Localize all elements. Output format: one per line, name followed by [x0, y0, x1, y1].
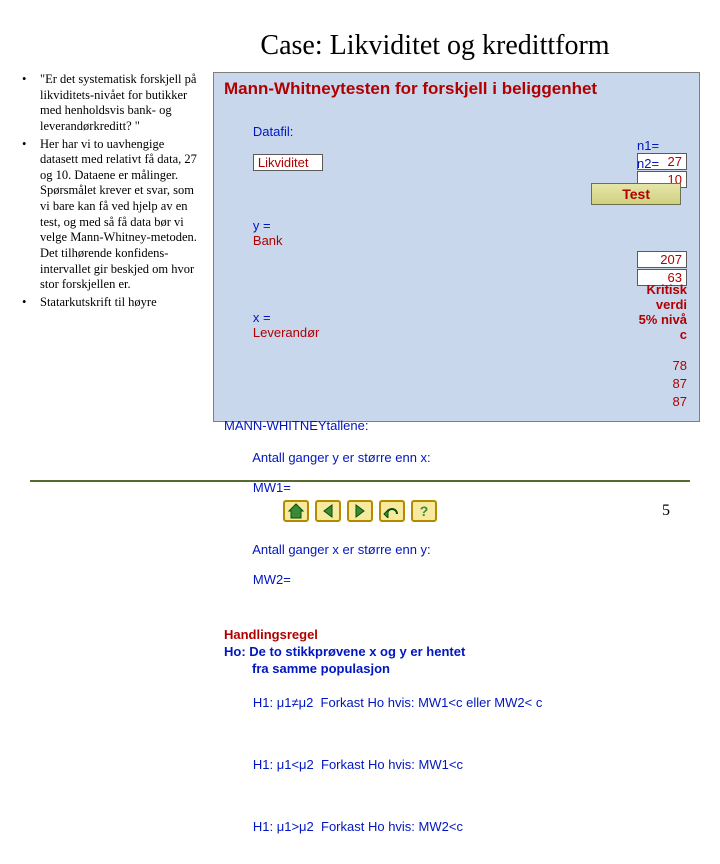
footer-rule: [30, 480, 690, 482]
test-button[interactable]: Test: [591, 183, 681, 205]
kritisk-l4: c: [639, 328, 687, 343]
kritisk-l2: verdi: [639, 298, 687, 313]
h1b: H1: μ1<μ2 Forkast Ho hvis: MW1<c: [253, 757, 463, 772]
handling-section: Handlingsregel Ho: De to stikkprøvene x …: [224, 627, 689, 676]
kritisk-l3: 5% nivå: [639, 313, 687, 328]
mw2-label: MW2=: [253, 572, 291, 587]
mw-section-title: MANN-WHITNEYtallene:: [224, 418, 689, 433]
hypotheses-section: H1: μ1≠μ2 Forkast Ho hvis: MW1<c eller M…: [224, 680, 689, 864]
datafil-label: Datafil:: [253, 124, 293, 139]
bullet-list: • "Er det systematisk forskjell på likvi…: [20, 72, 205, 312]
nav-bar: ?: [0, 500, 720, 522]
bullet-marker: •: [20, 137, 40, 293]
handling-title: Handlingsregel: [224, 627, 689, 642]
next-icon[interactable]: [347, 500, 373, 522]
mw-desc1: Antall ganger y er større enn x:: [252, 450, 430, 465]
prev-icon[interactable]: [315, 500, 341, 522]
mw-desc2: Antall ganger x er større enn y:: [252, 542, 430, 557]
mw1-label: MW1=: [253, 480, 291, 495]
bullet-marker: •: [20, 72, 40, 135]
bullet-text: Statarkutskrift til høyre: [40, 295, 205, 311]
h1b-val: 87: [673, 376, 687, 391]
home-icon[interactable]: [283, 500, 309, 522]
y-label: y =: [253, 218, 271, 233]
bullet-text: "Er det systematisk forskjell på likvidi…: [40, 72, 205, 135]
n2-label: n2=: [637, 156, 659, 171]
bullet-marker: •: [20, 295, 40, 311]
ho-line2: fra samme populasjon: [224, 661, 689, 676]
ho-line1: Ho: De to stikkprøvene x og y er hentet: [224, 644, 689, 659]
slide-title: Case: Likviditet og kredittform: [0, 0, 720, 72]
x-label: x =: [253, 310, 271, 325]
svg-text:?: ?: [420, 503, 429, 519]
y-value: Bank: [253, 233, 283, 248]
h1a: H1: μ1≠μ2 Forkast Ho hvis: MW1<c eller M…: [253, 695, 542, 710]
h1a-val: 78: [673, 358, 687, 373]
bullet-item: • Her har vi to uavhengige datasett med …: [20, 137, 205, 293]
panel-heading: Mann-Whitneytesten for forskjell i belig…: [224, 79, 689, 99]
page-number: 5: [662, 502, 670, 520]
undo-icon[interactable]: [379, 500, 405, 522]
bullet-item: • Statarkutskrift til høyre: [20, 295, 205, 311]
x-value: Leverandør: [253, 325, 319, 340]
slide-body: • "Er det systematisk forskjell på likvi…: [0, 72, 720, 422]
datafil-field[interactable]: Likviditet: [253, 154, 323, 171]
output-panel: Mann-Whitneytesten for forskjell i belig…: [213, 72, 700, 422]
h1c: H1: μ1>μ2 Forkast Ho hvis: MW2<c: [253, 819, 463, 834]
kritisk-l1: Kritisk: [639, 283, 687, 298]
bullet-text: Her har vi to uavhengige datasett med re…: [40, 137, 205, 293]
bullet-item: • "Er det systematisk forskjell på likvi…: [20, 72, 205, 135]
h1c-val: 87: [673, 394, 687, 409]
help-icon[interactable]: ?: [411, 500, 437, 522]
